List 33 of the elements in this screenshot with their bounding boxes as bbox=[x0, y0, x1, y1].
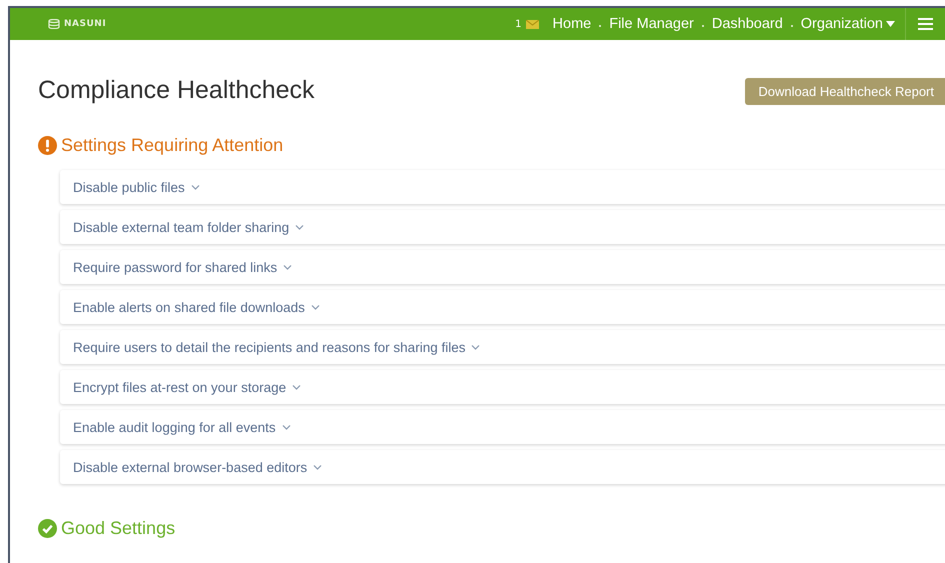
section-heading: Settings Requiring Attention bbox=[61, 135, 284, 156]
chevron-icon bbox=[310, 304, 320, 310]
menu-icon bbox=[918, 18, 933, 30]
chevron-icon bbox=[295, 224, 304, 230]
chevron-icon bbox=[190, 184, 200, 190]
warning-icon bbox=[38, 136, 57, 155]
chevron-icon bbox=[282, 424, 291, 430]
nav-link[interactable]: Home bbox=[552, 16, 592, 32]
setting-toggle[interactable]: Disable external team folder sharing bbox=[73, 220, 304, 234]
chevron-icon bbox=[471, 344, 480, 350]
nav-link[interactable]: Dashboard bbox=[712, 16, 783, 32]
chevron-icon bbox=[292, 384, 302, 390]
download-report-button[interactable]: Download Healthcheck Report bbox=[745, 78, 945, 105]
message-count: 1 bbox=[515, 18, 522, 30]
setting-toggle[interactable]: Disable external browser-based editors bbox=[73, 460, 322, 474]
separator-dot-icon bbox=[790, 24, 793, 26]
check-icon bbox=[38, 519, 57, 538]
section-heading: Good Settings bbox=[61, 518, 176, 539]
setting-toggle[interactable]: Enable alerts on shared file downloads bbox=[73, 300, 320, 314]
setting-toggle[interactable]: Disable public files bbox=[73, 180, 200, 194]
separator-dot-icon bbox=[599, 24, 602, 26]
nasuni-logo: NASUNI bbox=[48, 19, 106, 29]
envelope-icon[interactable] bbox=[526, 20, 539, 28]
setting-toggle[interactable]: Require password for shared links bbox=[73, 260, 292, 274]
nav-link[interactable]: File Manager bbox=[609, 16, 694, 32]
setting-toggle[interactable]: Require users to detail the recipients and reasons for sharing files bbox=[73, 340, 480, 354]
setting-toggle[interactable]: Encrypt files at-rest on your storage bbox=[73, 380, 302, 394]
nav-link[interactable]: Organization bbox=[800, 16, 895, 32]
chevron-icon bbox=[313, 464, 322, 470]
separator-dot-icon bbox=[702, 24, 704, 26]
setting-toggle[interactable]: Enable audit logging for all events bbox=[73, 420, 291, 434]
page-title: Compliance Healthcheck bbox=[38, 76, 315, 105]
chevron-icon bbox=[283, 264, 292, 270]
